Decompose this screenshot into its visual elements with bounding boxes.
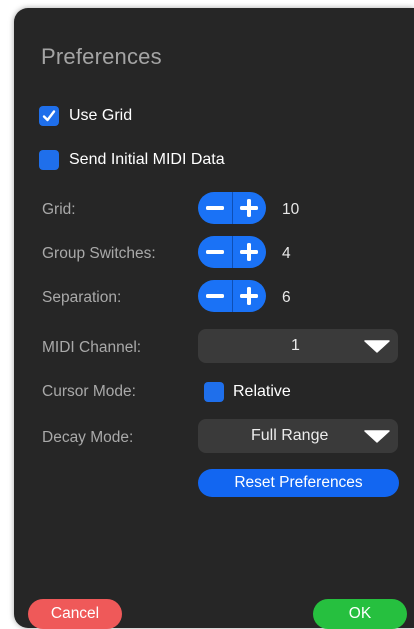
plus-icon	[240, 199, 259, 217]
separation-label: Separation:	[42, 289, 122, 306]
grid-increment-button[interactable]	[232, 192, 266, 224]
use-grid-label: Use Grid	[69, 107, 133, 124]
cursor-mode-label: Cursor Mode:	[42, 383, 136, 400]
group-switches-decrement-button[interactable]	[198, 236, 232, 268]
relative-label: Relative	[233, 383, 291, 400]
grid-value: 10	[282, 201, 300, 218]
group-switches-label: Group Switches:	[42, 245, 156, 262]
triangle-down-icon	[364, 430, 390, 443]
preferences-dialog: Preferences Use Grid Send Initial MIDI D…	[14, 8, 414, 629]
decay-mode-value: Full Range	[251, 427, 329, 444]
midi-channel-dropdown[interactable]: 1	[198, 329, 398, 363]
midi-channel-value: 1	[291, 337, 300, 354]
grid-decrement-button[interactable]	[198, 192, 232, 224]
group-switches-stepper	[198, 236, 266, 268]
decay-mode-dropdown[interactable]: Full Range	[198, 419, 398, 453]
relative-checkbox[interactable]	[204, 382, 224, 402]
ok-button[interactable]: OK	[313, 599, 407, 629]
reset-preferences-button[interactable]: Reset Preferences	[198, 469, 399, 497]
minus-icon	[205, 206, 224, 210]
send-initial-midi-label: Send Initial MIDI Data	[69, 151, 225, 168]
minus-icon	[205, 250, 224, 254]
minus-icon	[205, 294, 224, 298]
decay-mode-label: Decay Mode:	[42, 429, 134, 446]
use-grid-checkbox[interactable]	[39, 106, 59, 126]
group-switches-increment-button[interactable]	[232, 236, 266, 268]
plus-icon	[240, 287, 259, 305]
triangle-down-icon	[364, 340, 390, 353]
midi-channel-label: MIDI Channel:	[42, 339, 142, 356]
grid-label: Grid:	[42, 201, 76, 218]
group-switches-value: 4	[282, 245, 291, 262]
relative-option[interactable]: Relative	[204, 382, 291, 402]
cancel-button[interactable]: Cancel	[28, 599, 122, 629]
separation-decrement-button[interactable]	[198, 280, 232, 312]
send-initial-midi-checkbox[interactable]	[39, 150, 59, 170]
use-grid-option[interactable]: Use Grid	[39, 106, 132, 126]
separation-value: 6	[282, 289, 291, 306]
grid-stepper	[198, 192, 266, 224]
dialog-title: Preferences	[41, 44, 162, 69]
send-initial-midi-option[interactable]: Send Initial MIDI Data	[39, 150, 225, 170]
plus-icon	[240, 243, 259, 261]
separation-stepper	[198, 280, 266, 312]
checkmark-icon	[42, 110, 56, 122]
separation-increment-button[interactable]	[232, 280, 266, 312]
